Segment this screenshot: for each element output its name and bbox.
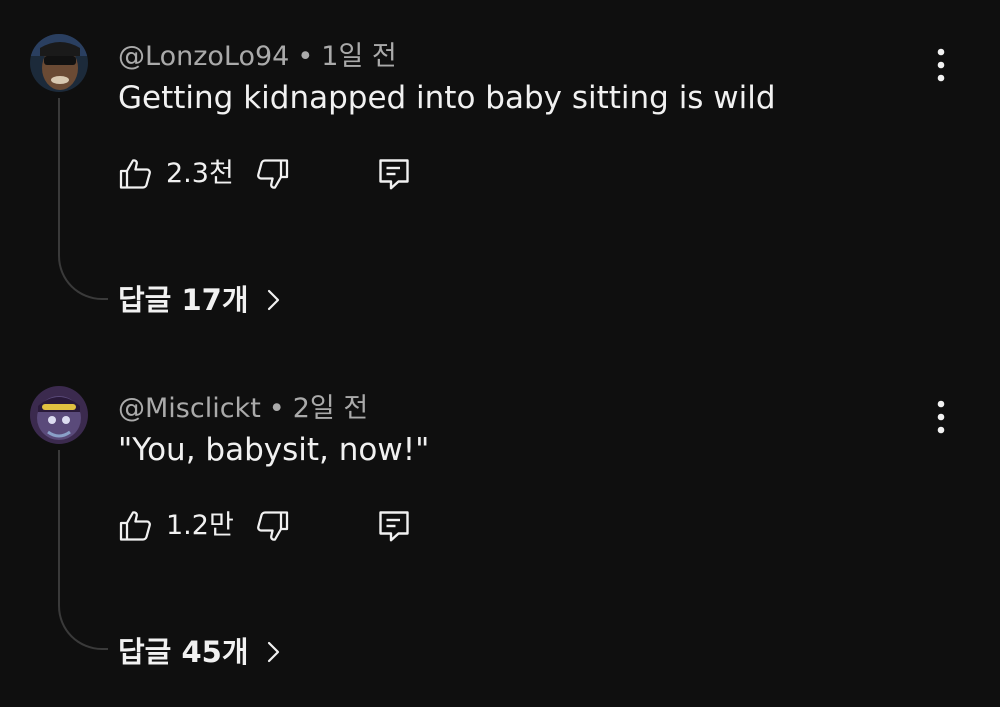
view-replies-button[interactable]: 답글 17개	[118, 280, 285, 320]
replies-label: 답글 45개	[118, 635, 249, 669]
like-count: 2.3천	[166, 158, 234, 189]
comment-time: 2일 전	[292, 393, 369, 424]
avatar[interactable]	[30, 386, 88, 444]
thumb-down-icon	[257, 159, 289, 189]
reply-button[interactable]	[376, 508, 412, 544]
more-options-button[interactable]	[924, 44, 958, 86]
meta-separator: •	[297, 41, 314, 72]
comment-time: 1일 전	[321, 41, 397, 72]
comment-text: Getting kidnapped into baby sitting is w…	[118, 80, 776, 116]
dislike-button[interactable]	[254, 156, 290, 192]
thumb-down-icon	[257, 511, 289, 541]
like-button[interactable]	[118, 156, 154, 192]
comment-meta: @Misclickt • 2일 전	[118, 392, 368, 426]
chevron-right-icon	[267, 641, 279, 663]
thread-line	[58, 98, 108, 300]
avatar[interactable]	[30, 34, 88, 92]
comment-reply-icon	[379, 511, 409, 542]
more-options-button[interactable]	[924, 396, 958, 438]
thread-line	[58, 450, 108, 650]
comment-item: @Misclickt • 2일 전 "You, babysit, now!" 1.2…	[0, 386, 1000, 686]
meta-separator: •	[268, 393, 285, 424]
like-button[interactable]	[118, 508, 154, 544]
like-count: 1.2만	[166, 510, 234, 541]
reply-button[interactable]	[376, 156, 412, 192]
author-handle[interactable]: @LonzoLo94	[118, 41, 289, 72]
dislike-button[interactable]	[254, 508, 290, 544]
comment-meta: @LonzoLo94 • 1일 전	[118, 40, 397, 74]
view-replies-button[interactable]: 답글 45개	[118, 632, 285, 672]
author-handle[interactable]: @Misclickt	[118, 393, 261, 424]
more-vert-icon	[937, 48, 945, 82]
replies-label: 답글 17개	[118, 283, 249, 317]
comment-reply-icon	[379, 159, 409, 190]
comment-text: "You, babysit, now!"	[118, 432, 430, 468]
thumb-up-icon	[119, 159, 151, 189]
thumb-up-icon	[119, 511, 151, 541]
more-vert-icon	[937, 400, 945, 434]
comment-item: @LonzoLo94 • 1일 전 Getting kidnapped into b…	[0, 34, 1000, 334]
chevron-right-icon	[267, 289, 279, 311]
